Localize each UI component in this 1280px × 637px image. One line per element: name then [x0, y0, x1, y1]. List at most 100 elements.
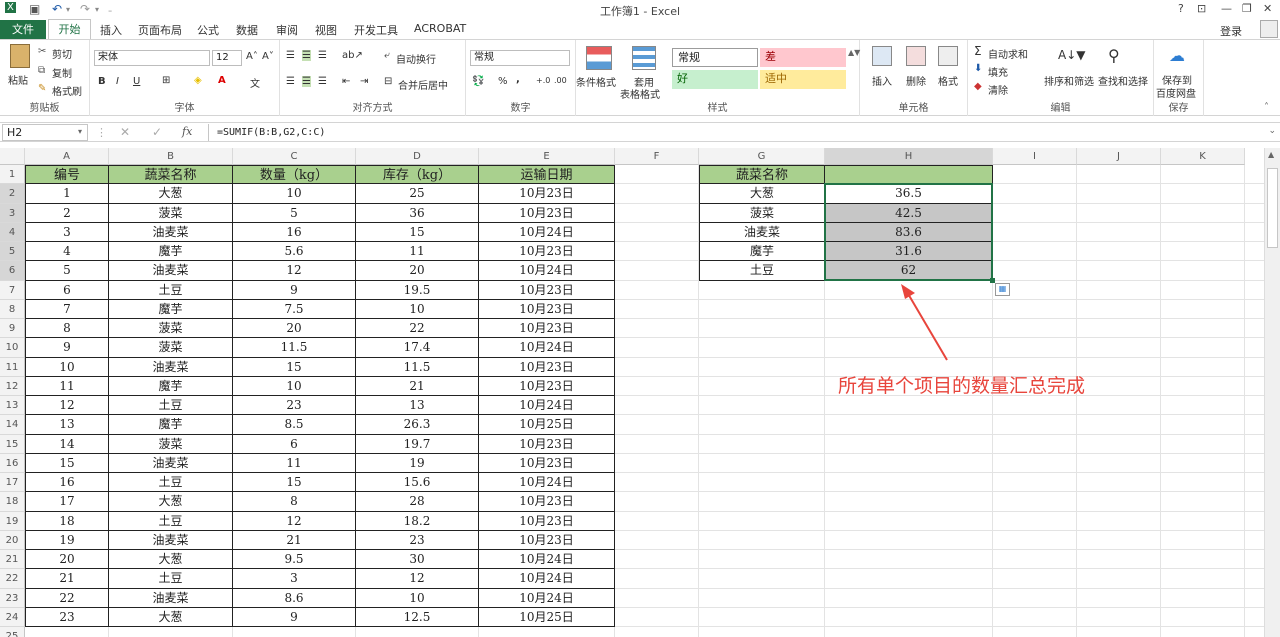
column-header-F[interactable]: F [615, 148, 699, 165]
table-cell[interactable]: 油麦菜 [109, 588, 233, 608]
row-header[interactable]: 25 [0, 627, 25, 637]
table-cell[interactable]: 10月24日 [479, 550, 615, 570]
table-cell[interactable]: 油麦菜 [109, 261, 233, 281]
table-cell[interactable]: 17 [25, 492, 109, 512]
row-header[interactable]: 9 [0, 319, 25, 339]
align-right-icon[interactable]: ☰ [318, 76, 327, 87]
table-cell[interactable]: 10月23日 [479, 434, 615, 454]
conditional-format-button[interactable]: 条件格式 [576, 74, 616, 89]
table-cell[interactable]: 18.2 [356, 511, 479, 531]
tab-home[interactable]: 开始 [48, 19, 91, 40]
table-cell[interactable]: 5 [233, 203, 356, 223]
row-header[interactable]: 1 [0, 165, 25, 185]
align-middle-icon[interactable]: ☰ [302, 50, 311, 61]
name-box-dropdown-icon[interactable]: ▾ [78, 127, 82, 136]
table-cell[interactable]: 18 [25, 511, 109, 531]
table-cell[interactable]: 魔芋 [109, 376, 233, 396]
format-cells-icon[interactable] [938, 46, 958, 66]
row-header[interactable]: 23 [0, 588, 25, 608]
cut-button[interactable]: 剪切 [52, 46, 72, 61]
table-cell[interactable]: 1 [25, 184, 109, 204]
user-avatar-icon[interactable] [1260, 20, 1278, 38]
row-header[interactable]: 22 [0, 569, 25, 589]
table-cell[interactable]: 23 [25, 607, 109, 627]
ribbon-display-button[interactable]: ⊡ [1197, 2, 1206, 15]
table-cell[interactable]: 大葱 [109, 184, 233, 204]
table-cell[interactable]: 11 [25, 376, 109, 396]
table-cell[interactable]: 10月23日 [479, 299, 615, 319]
column-header-J[interactable]: J [1077, 148, 1161, 165]
vertical-scrollbar[interactable]: ▲ [1264, 148, 1280, 637]
table-cell[interactable]: 11 [356, 242, 479, 262]
table-cell[interactable]: 30 [356, 550, 479, 570]
format-painter-icon[interactable]: ✎ [38, 83, 46, 94]
formula-input[interactable]: =SUMIF(B:B,G2,C:C) [208, 124, 1274, 141]
table-cell[interactable]: 菠菜 [109, 338, 233, 358]
table-cell[interactable]: 21 [356, 376, 479, 396]
minimize-button[interactable]: — [1221, 2, 1232, 15]
table-cell[interactable]: 25 [356, 184, 479, 204]
row-header[interactable]: 5 [0, 242, 25, 262]
table-cell[interactable]: 8 [233, 492, 356, 512]
increase-decimal-icon[interactable]: +.0 [536, 76, 550, 85]
column-header-E[interactable]: E [479, 148, 615, 165]
row-header[interactable]: 3 [0, 203, 25, 223]
table-cell[interactable]: 10月23日 [479, 511, 615, 531]
table-cell[interactable]: 15.6 [356, 473, 479, 493]
column-header-G[interactable]: G [699, 148, 825, 165]
align-left-icon[interactable]: ☰ [286, 76, 295, 87]
sort-filter-icon[interactable]: A↓▼ [1058, 48, 1086, 62]
row-header[interactable]: 15 [0, 434, 25, 454]
summary-name-cell[interactable]: 菠菜 [699, 203, 825, 223]
table-cell[interactable]: 10月24日 [479, 588, 615, 608]
scroll-up-icon[interactable]: ▲ [1268, 150, 1274, 159]
table-cell[interactable]: 23 [356, 530, 479, 550]
table-cell[interactable]: 19 [25, 530, 109, 550]
decrease-indent-icon[interactable]: ⇤ [342, 76, 350, 87]
align-top-icon[interactable]: ☰ [286, 50, 295, 61]
column-header-B[interactable]: B [109, 148, 233, 165]
table-cell[interactable]: 19.7 [356, 434, 479, 454]
autosum-button[interactable]: 自动求和 [988, 46, 1028, 61]
row-header[interactable]: 19 [0, 511, 25, 531]
name-box[interactable]: H2 [2, 124, 88, 141]
tab-file[interactable]: 文件 [0, 20, 46, 39]
clear-button[interactable]: 清除 [988, 82, 1008, 97]
table-cell[interactable]: 12 [233, 511, 356, 531]
table-cell[interactable]: 10月23日 [479, 242, 615, 262]
table-cell[interactable]: 12 [233, 261, 356, 281]
expand-formula-icon[interactable]: ⌄ [1268, 126, 1276, 136]
row-header[interactable]: 16 [0, 453, 25, 473]
column-header-K[interactable]: K [1161, 148, 1245, 165]
table-cell[interactable]: 10 [233, 184, 356, 204]
table-cell[interactable]: 10月23日 [479, 203, 615, 223]
table-cell[interactable]: 5 [25, 261, 109, 281]
column-header-A[interactable]: A [25, 148, 109, 165]
table-cell[interactable]: 11 [233, 453, 356, 473]
table-cell[interactable]: 10月23日 [479, 530, 615, 550]
table-cell[interactable]: 大葱 [109, 550, 233, 570]
copy-button[interactable]: 复制 [52, 65, 72, 80]
phonetic-icon[interactable]: 文 [250, 75, 260, 90]
quick-analysis-icon[interactable]: ▦ [995, 282, 1010, 296]
table-cell[interactable]: 7.5 [233, 299, 356, 319]
table-header-cell[interactable]: 蔬菜名称 [109, 165, 233, 185]
table-cell[interactable]: 9 [233, 280, 356, 300]
table-cell[interactable]: 14 [25, 434, 109, 454]
find-select-button[interactable]: 查找和选择 [1098, 73, 1148, 88]
shrink-font-icon[interactable]: A˅ [262, 51, 274, 62]
summary-total-header-cell[interactable] [825, 165, 993, 185]
bold-button[interactable]: B [98, 76, 106, 87]
autosum-icon[interactable]: Σ [974, 44, 982, 58]
row-header[interactable]: 10 [0, 338, 25, 358]
table-cell[interactable]: 8.6 [233, 588, 356, 608]
enter-icon[interactable]: ✓ [152, 125, 162, 139]
paste-icon[interactable] [10, 44, 30, 68]
table-cell[interactable]: 11.5 [356, 357, 479, 377]
summary-name-cell[interactable]: 土豆 [699, 261, 825, 281]
table-cell[interactable]: 26.3 [356, 415, 479, 435]
underline-button[interactable]: U [133, 76, 140, 87]
table-cell[interactable]: 10 [356, 299, 479, 319]
table-cell[interactable]: 17.4 [356, 338, 479, 358]
table-cell[interactable]: 3 [233, 569, 356, 589]
